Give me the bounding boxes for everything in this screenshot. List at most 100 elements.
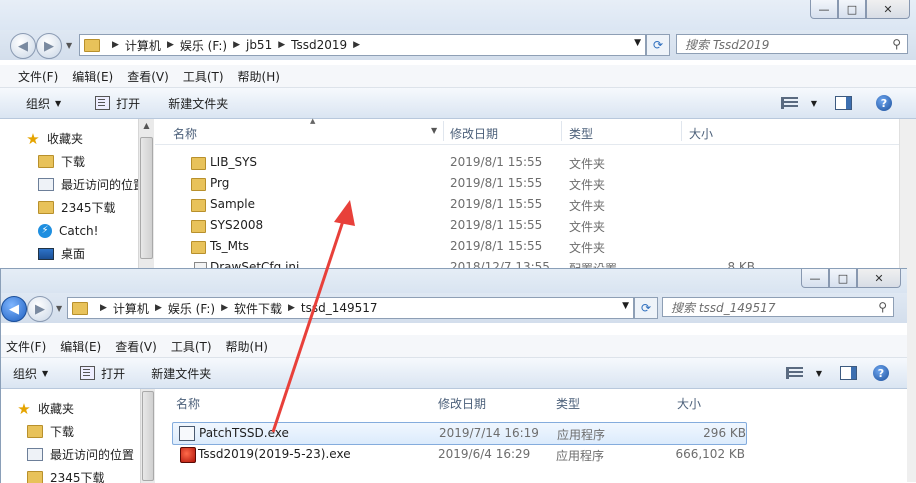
search-icon[interactable]: ⚲ (892, 37, 901, 51)
nav-downloads[interactable]: 下载 (0, 150, 154, 173)
breadcrumb-current[interactable]: Tssd2019 (291, 38, 347, 52)
search-input[interactable]: 搜索 Tssd2019 ⚲ (676, 34, 908, 54)
help-icon[interactable]: ? (873, 365, 889, 381)
open-button[interactable]: 打开 (80, 365, 125, 382)
change-view-icon[interactable] (785, 367, 803, 379)
scroll-up-icon[interactable]: ▲ (139, 119, 154, 133)
view-options-caret-icon[interactable]: ▼ (816, 369, 822, 378)
search-icon[interactable]: ⚲ (878, 300, 887, 314)
help-icon[interactable]: ? (876, 95, 892, 111)
nav-downloads[interactable]: 下载 (1, 420, 155, 443)
maximize-button[interactable]: □ (838, 0, 866, 19)
menu-view[interactable]: 查看(V) (108, 338, 164, 355)
back-button[interactable]: ◀ (1, 296, 27, 322)
column-size[interactable]: 大小 (677, 395, 701, 412)
address-history-dropdown-icon[interactable]: ▼ (622, 301, 629, 311)
nav-catch[interactable]: ⚡ Catch! (0, 219, 154, 242)
breadcrumb-chevron-icon[interactable]: ▶ (353, 40, 360, 50)
column-size[interactable]: 大小 (689, 125, 713, 142)
menu-tools[interactable]: 工具(T) (176, 68, 231, 85)
menu-help[interactable]: 帮助(H) (219, 338, 275, 355)
nav-favorites[interactable]: ★ 收藏夹 (0, 127, 154, 150)
column-filter-dropdown-icon[interactable]: ▼ (431, 126, 437, 135)
breadcrumb-current[interactable]: tssd_149517 (301, 301, 378, 315)
breadcrumb-chevron-icon[interactable]: ▶ (167, 40, 174, 50)
breadcrumb-computer[interactable]: 计算机 (125, 37, 161, 54)
nav-label: 收藏夹 (38, 402, 75, 416)
breadcrumb-chevron-icon[interactable]: ▶ (100, 303, 107, 313)
menu-file[interactable]: 文件(F) (0, 68, 65, 85)
nav-2345-downloads[interactable]: 2345下载 (1, 466, 155, 483)
preview-pane-icon[interactable] (835, 96, 852, 110)
breadcrumb-drive[interactable]: 娱乐 (F:) (180, 37, 227, 54)
breadcrumb-chevron-icon[interactable]: ▶ (155, 303, 162, 313)
column-divider[interactable] (561, 121, 562, 141)
view-options-caret-icon[interactable]: ▼ (811, 99, 817, 108)
breadcrumb-folder[interactable]: jb51 (246, 38, 272, 52)
file-row[interactable]: Prg 2019/8/1 15:55 文件夹 (155, 173, 916, 194)
menu-view[interactable]: 查看(V) (120, 68, 176, 85)
breadcrumb-computer[interactable]: 计算机 (113, 300, 149, 317)
title-bar[interactable]: — □ ✕ (1, 269, 907, 293)
new-folder-button[interactable]: 新建文件夹 (151, 365, 211, 382)
scroll-thumb[interactable] (140, 137, 153, 259)
column-date[interactable]: 修改日期 (438, 395, 486, 412)
title-bar[interactable]: — □ ✕ (0, 0, 916, 30)
menu-edit[interactable]: 编辑(E) (65, 68, 120, 85)
back-button[interactable]: ◀ (10, 33, 36, 59)
column-name[interactable]: 名称 (173, 125, 197, 142)
forward-button[interactable]: ▶ (27, 296, 53, 322)
menu-tools[interactable]: 工具(T) (164, 338, 219, 355)
nav-recent-places[interactable]: 最近访问的位置 (0, 173, 154, 196)
menu-help[interactable]: 帮助(H) (231, 68, 287, 85)
organize-button[interactable]: 组织 ▼ (26, 95, 61, 112)
recent-pages-dropdown-icon[interactable]: ▼ (66, 41, 72, 50)
file-row[interactable]: Tssd2019(2019-5-23).exe 2019/6/4 16:29 应… (158, 444, 907, 465)
close-button[interactable]: ✕ (857, 269, 901, 288)
refresh-button[interactable]: ⟳ (634, 297, 658, 319)
change-view-icon[interactable] (780, 97, 798, 109)
maximize-button[interactable]: □ (829, 269, 857, 288)
close-button[interactable]: ✕ (866, 0, 910, 19)
search-input[interactable]: 搜索 tssd_149517 ⚲ (662, 297, 894, 317)
minimize-button[interactable]: — (810, 0, 838, 19)
file-row[interactable]: SYS2008 2019/8/1 15:55 文件夹 (155, 215, 916, 236)
nav-recent-places[interactable]: 最近访问的位置 (1, 443, 155, 466)
column-type[interactable]: 类型 (569, 125, 593, 142)
nav-favorites[interactable]: ★ 收藏夹 (1, 397, 155, 420)
folder-icon (72, 301, 88, 315)
new-folder-button[interactable]: 新建文件夹 (168, 95, 228, 112)
minimize-button[interactable]: — (801, 269, 829, 288)
forward-button[interactable]: ▶ (36, 33, 62, 59)
breadcrumb-drive[interactable]: 娱乐 (F:) (168, 300, 215, 317)
breadcrumb-folder[interactable]: 软件下载 (234, 300, 282, 317)
nav-2345-downloads[interactable]: 2345下载 (0, 196, 154, 219)
breadcrumb-chevron-icon[interactable]: ▶ (233, 40, 240, 50)
address-history-dropdown-icon[interactable]: ▼ (634, 38, 641, 48)
menu-edit[interactable]: 编辑(E) (53, 338, 108, 355)
column-type[interactable]: 类型 (556, 395, 580, 412)
column-divider[interactable] (443, 121, 444, 141)
breadcrumb-chevron-icon[interactable]: ▶ (288, 303, 295, 313)
nav-desktop[interactable]: 桌面 (0, 242, 154, 265)
menu-file[interactable]: 文件(F) (1, 338, 53, 355)
column-date[interactable]: 修改日期 (450, 125, 498, 142)
open-button[interactable]: 打开 (95, 95, 140, 112)
scroll-thumb[interactable] (142, 391, 154, 481)
breadcrumb-chevron-icon[interactable]: ▶ (112, 40, 119, 50)
file-row-selected[interactable]: PatchTSSD.exe 2019/7/14 16:19 应用程序 296 K… (172, 422, 747, 445)
address-bar[interactable]: ▶ 计算机 ▶ 娱乐 (F:) ▶ jb51 ▶ Tssd2019 ▶ ▼ (79, 34, 646, 56)
preview-pane-icon[interactable] (840, 366, 857, 380)
address-bar[interactable]: ▶ 计算机 ▶ 娱乐 (F:) ▶ 软件下载 ▶ tssd_149517 ▼ (67, 297, 634, 319)
file-row[interactable]: Sample 2019/8/1 15:55 文件夹 (155, 194, 916, 215)
file-row[interactable]: Ts_Mts 2019/8/1 15:55 文件夹 (155, 236, 916, 257)
organize-button[interactable]: 组织 ▼ (13, 365, 48, 382)
column-divider[interactable] (681, 121, 682, 141)
file-row[interactable]: LIB_SYS 2019/8/1 15:55 文件夹 (155, 152, 916, 173)
recent-pages-dropdown-icon[interactable]: ▼ (56, 304, 62, 313)
column-name[interactable]: 名称 (176, 395, 200, 412)
breadcrumb-chevron-icon[interactable]: ▶ (221, 303, 228, 313)
breadcrumb-chevron-icon[interactable]: ▶ (278, 40, 285, 50)
refresh-button[interactable]: ⟳ (646, 34, 670, 56)
nav-scrollbar[interactable] (140, 389, 155, 483)
